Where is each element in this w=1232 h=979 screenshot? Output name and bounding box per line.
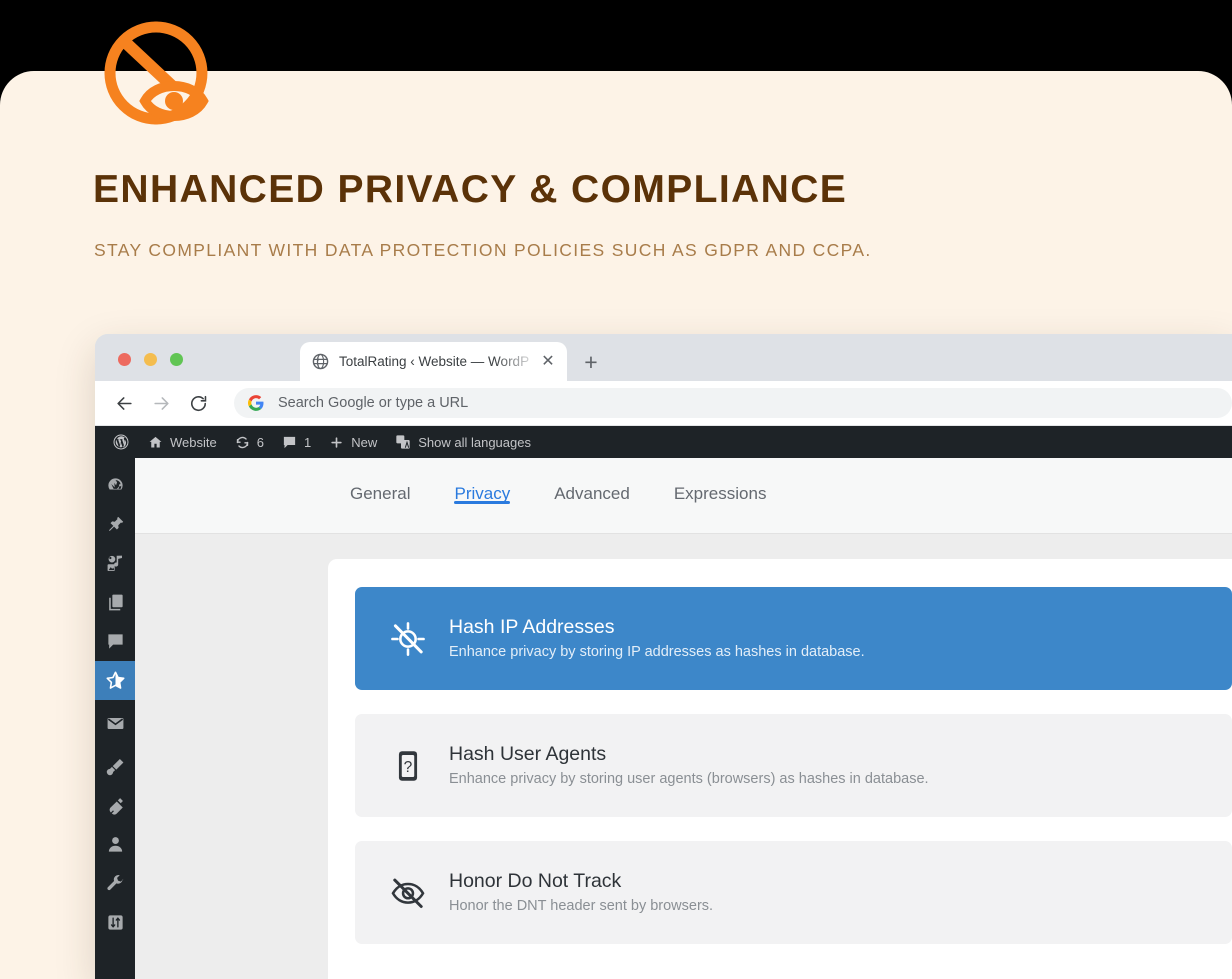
back-button[interactable] xyxy=(109,388,139,418)
wp-admin-bar-new-label: New xyxy=(351,434,378,450)
sidebar-item-posts[interactable] xyxy=(95,505,135,544)
wp-admin-bar-site-label: Website xyxy=(170,434,217,450)
wp-admin-bar-languages-label: Show all languages xyxy=(418,434,531,450)
svg-text:?: ? xyxy=(404,758,413,775)
wordpress-logo-icon[interactable] xyxy=(103,426,139,458)
setting-description: Enhance privacy by storing IP addresses … xyxy=(449,643,865,660)
globe-icon xyxy=(312,353,329,370)
setting-title: Honor Do Not Track xyxy=(449,870,622,893)
sidebar-item-media[interactable] xyxy=(95,544,135,583)
wp-admin-bar-new[interactable]: New xyxy=(320,426,386,458)
sidebar-item-settings[interactable] xyxy=(95,903,135,942)
eye-off-icon xyxy=(385,875,431,911)
setting-row-honor-do-not-track[interactable]: Honor Do Not Track Honor the DNT header … xyxy=(355,841,1232,944)
wp-admin-bar-comments[interactable]: 1 xyxy=(273,426,320,458)
setting-row-hash-user-agents[interactable]: ? Hash User Agents Enhance privacy by st… xyxy=(355,714,1232,817)
wp-sidebar xyxy=(95,458,135,979)
wp-admin-bar-site[interactable]: Website xyxy=(139,426,226,458)
browser-tab[interactable]: TotalRating ‹ Website — WordP ✕ xyxy=(300,342,567,381)
browser-toolbar: Search Google or type a URL xyxy=(95,381,1232,426)
sidebar-item-plugins[interactable] xyxy=(95,786,135,825)
sidebar-item-totalrating[interactable] xyxy=(95,661,135,700)
privacy-eye-blocked-logo-icon xyxy=(104,21,209,125)
page-subtitle: STAY COMPLIANT WITH DATA PROTECTION POLI… xyxy=(94,240,872,260)
wp-content: General Privacy Advanced Expressions Has… xyxy=(135,458,1232,979)
minimize-window-button[interactable] xyxy=(144,353,157,366)
sidebar-item-comments[interactable] xyxy=(95,622,135,661)
google-g-icon xyxy=(248,395,264,411)
page-root: ENHANCED PRIVACY & COMPLIANCE STAY COMPL… xyxy=(0,0,1232,979)
tab-general[interactable]: General xyxy=(328,458,432,504)
setting-text: Hash IP Addresses Enhance privacy by sto… xyxy=(449,616,865,661)
browser-tab-title: TotalRating ‹ Website — WordP xyxy=(339,354,530,369)
sidebar-item-tools[interactable] xyxy=(95,864,135,903)
setting-text: Hash User Agents Enhance privacy by stor… xyxy=(449,743,929,788)
new-tab-button[interactable]: + xyxy=(579,350,603,374)
address-bar[interactable]: Search Google or type a URL xyxy=(234,388,1232,418)
wp-admin-bar-comments-count: 1 xyxy=(303,434,312,450)
setting-title: Hash IP Addresses xyxy=(449,616,615,639)
address-bar-text: Search Google or type a URL xyxy=(278,395,469,411)
settings-panel: Hash IP Addresses Enhance privacy by sto… xyxy=(328,559,1232,979)
settings-tabbar: General Privacy Advanced Expressions xyxy=(135,458,1232,534)
forward-button[interactable] xyxy=(146,388,176,418)
browser-window: TotalRating ‹ Website — WordP ✕ + Search… xyxy=(95,334,1232,979)
wp-admin-bar-updates[interactable]: 6 xyxy=(226,426,273,458)
tab-privacy[interactable]: Privacy xyxy=(432,458,532,504)
sidebar-item-appearance[interactable] xyxy=(95,747,135,786)
device-unknown-icon: ? xyxy=(385,749,431,783)
reload-button[interactable] xyxy=(183,388,213,418)
wp-admin-bar-languages[interactable]: Show all languages xyxy=(386,426,540,458)
close-window-button[interactable] xyxy=(118,353,131,366)
sidebar-item-mail[interactable] xyxy=(95,700,135,747)
wp-body: General Privacy Advanced Expressions Has… xyxy=(95,458,1232,979)
sidebar-item-dashboard[interactable] xyxy=(95,466,135,505)
page-title: ENHANCED PRIVACY & COMPLIANCE xyxy=(93,168,848,211)
setting-description: Honor the DNT header sent by browsers. xyxy=(449,897,714,914)
sidebar-item-users[interactable] xyxy=(95,825,135,864)
setting-title: Hash User Agents xyxy=(449,743,607,766)
wp-admin-bar: Website 6 1 New Show all languages xyxy=(95,426,1232,458)
setting-description: Enhance privacy by storing user agents (… xyxy=(449,770,929,787)
setting-text: Honor Do Not Track Honor the DNT header … xyxy=(449,870,713,915)
setting-row-hash-ip-addresses[interactable]: Hash IP Addresses Enhance privacy by sto… xyxy=(355,587,1232,690)
window-controls xyxy=(118,353,183,366)
wp-admin-bar-updates-count: 6 xyxy=(256,434,264,450)
sidebar-item-pages[interactable] xyxy=(95,583,135,622)
tab-advanced[interactable]: Advanced xyxy=(532,458,652,504)
maximize-window-button[interactable] xyxy=(170,353,183,366)
browser-tabstrip: TotalRating ‹ Website — WordP ✕ + xyxy=(95,334,1232,381)
tab-expressions[interactable]: Expressions xyxy=(652,458,789,504)
location-off-icon xyxy=(385,621,431,657)
close-tab-button[interactable]: ✕ xyxy=(539,353,557,371)
